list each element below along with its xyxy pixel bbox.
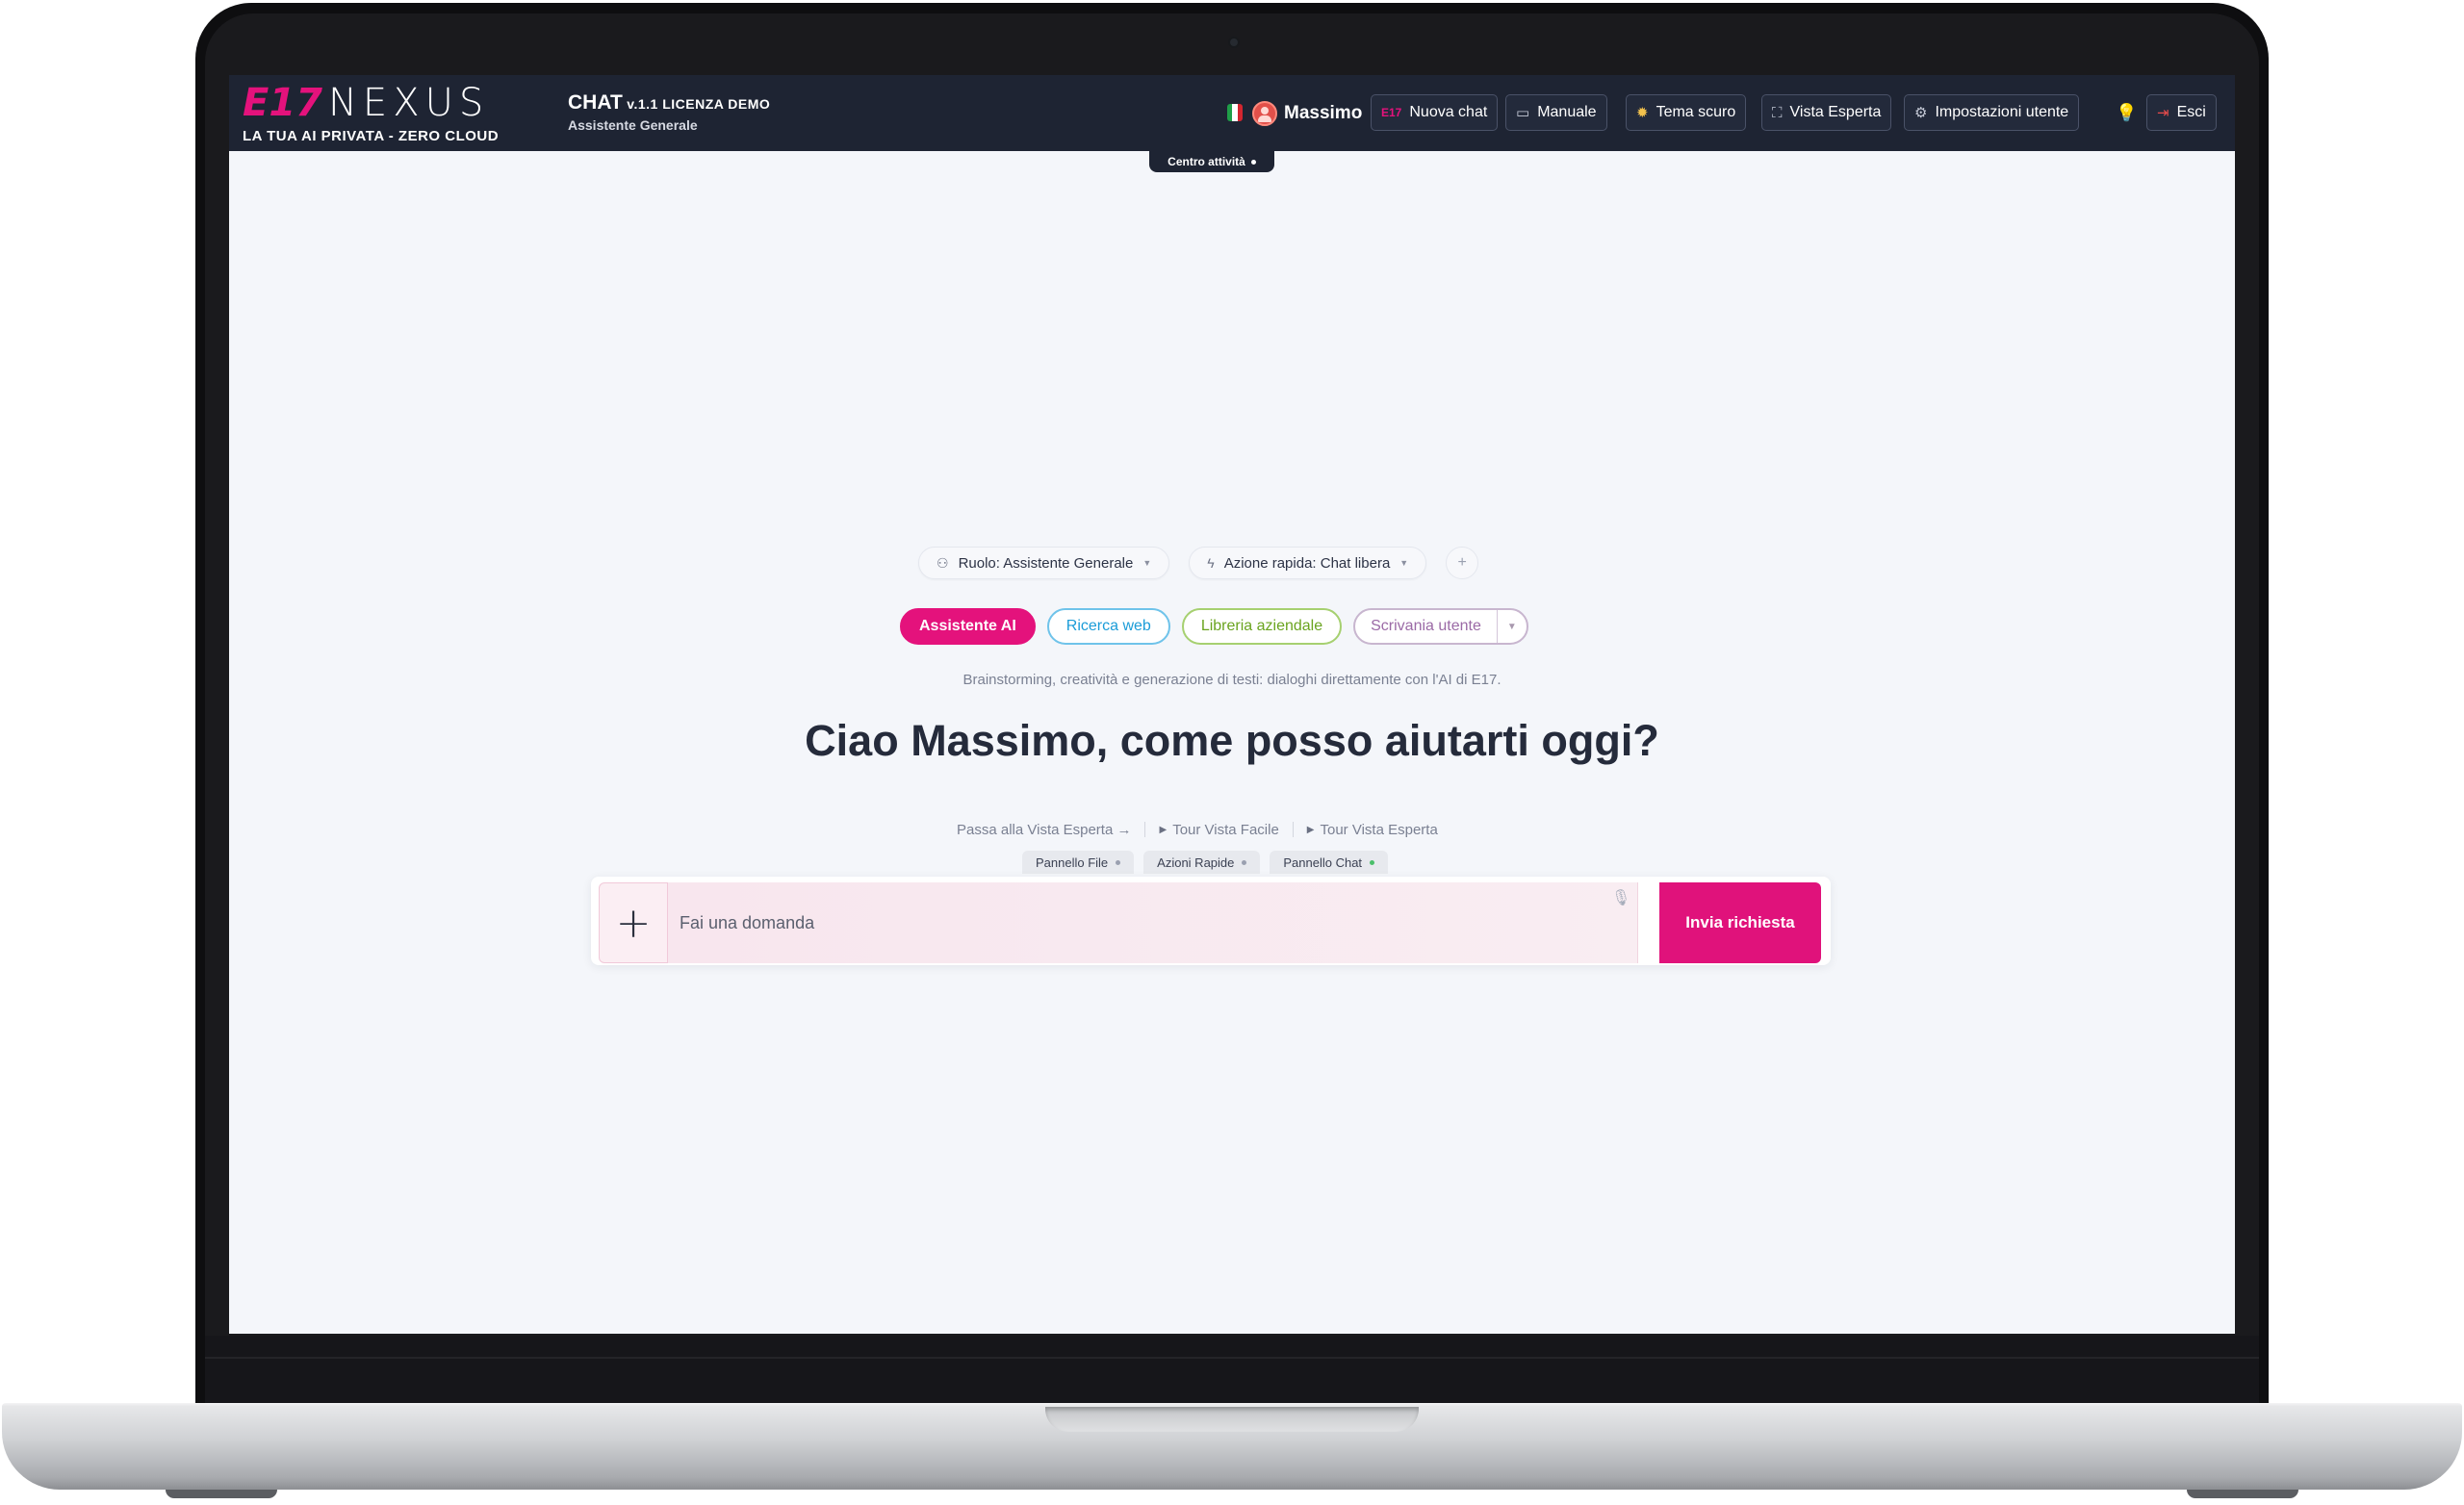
- chevron-down-icon: ▼: [1399, 558, 1409, 568]
- app-version: v.1.1 LICENZA DEMO: [627, 96, 771, 112]
- tour-expert-label: Tour Vista Esperta: [1320, 821, 1438, 838]
- manual-label: Manuale: [1537, 104, 1597, 120]
- play-icon: ▶: [1306, 824, 1315, 835]
- book-icon: ▭: [1516, 105, 1530, 121]
- dark-theme-label: Tema scuro: [1656, 104, 1736, 120]
- switch-expert-view-link[interactable]: Passa alla Vista Esperta →: [943, 822, 1144, 838]
- app-screen: E17 NEXUS LA TUA AI PRIVATA - ZERO CLOUD …: [229, 75, 2235, 1334]
- attach-plus-button[interactable]: +: [599, 882, 668, 963]
- tab-file-panel-label: Pannello File: [1036, 855, 1109, 870]
- logo-brand: E17: [243, 81, 322, 125]
- avatar[interactable]: [1252, 101, 1277, 126]
- greeting-heading: Ciao Massimo, come posso aiutarti oggi?: [805, 716, 1659, 765]
- e17-icon: E17: [1381, 106, 1402, 119]
- tour-easy-label: Tour Vista Facile: [1172, 821, 1279, 838]
- lightbulb-icon[interactable]: 💡: [2116, 103, 2137, 123]
- chat-composer: + 🎙 Invia richiesta: [591, 877, 1831, 965]
- mode-ai-assistant[interactable]: Assistente AI: [900, 608, 1036, 645]
- expert-view-button[interactable]: ⛶ Vista Esperta: [1761, 94, 1892, 131]
- send-request-button[interactable]: Invia richiesta: [1659, 882, 1821, 963]
- switch-expert-label: Passa alla Vista Esperta →: [957, 821, 1132, 838]
- status-dot-icon: [1116, 859, 1121, 865]
- mode-description: Brainstorming, creatività e generazione …: [962, 672, 1502, 688]
- chevron-down-icon: ▼: [1142, 558, 1152, 568]
- manual-button[interactable]: ▭ Manuale: [1505, 94, 1607, 131]
- panel-tabs: Pannello File Azioni Rapide Pannello Cha…: [1022, 851, 1389, 876]
- logout-label: Esci: [2176, 104, 2206, 120]
- italian-flag-icon[interactable]: [1227, 104, 1243, 121]
- app-subtitle: Assistente Generale: [568, 117, 698, 133]
- person-icon: ⚇: [937, 554, 949, 571]
- laptop-mockup: E17 NEXUS LA TUA AI PRIVATA - ZERO CLOUD …: [0, 0, 2464, 1505]
- expert-view-label: Vista Esperta: [1789, 104, 1882, 120]
- app-title: CHAT v.1.1 LICENZA DEMO: [568, 91, 770, 115]
- logout-icon: ⇥: [2157, 105, 2169, 121]
- activity-center-label: Centro attività: [1168, 155, 1245, 168]
- question-input[interactable]: [668, 882, 1638, 963]
- app-title-name: CHAT: [568, 91, 623, 114]
- nexus-logo[interactable]: E17 NEXUS LA TUA AI PRIVATA - ZERO CLOUD: [237, 81, 541, 148]
- logo-name: NEXUS: [328, 81, 490, 125]
- status-dot-icon: [1370, 859, 1375, 865]
- tab-quick-actions[interactable]: Azioni Rapide: [1143, 851, 1261, 874]
- logout-button[interactable]: ⇥ Esci: [2146, 94, 2217, 131]
- user-settings-label: Impostazioni utente: [1935, 104, 2069, 120]
- top-header: E17 NEXUS LA TUA AI PRIVATA - ZERO CLOUD …: [229, 75, 2235, 151]
- camera-icon: [1228, 37, 1240, 48]
- dark-theme-button[interactable]: ✹ Tema scuro: [1626, 94, 1747, 131]
- quick-action-selector[interactable]: ϟ Azione rapida: Chat libera ▼: [1189, 547, 1427, 579]
- user-name[interactable]: Massimo: [1284, 103, 1362, 124]
- laptop-chin-line: [205, 1357, 2259, 1359]
- new-chat-label: Nuova chat: [1409, 104, 1488, 120]
- laptop-notch: [1045, 1407, 1419, 1432]
- tab-chat-panel[interactable]: Pannello Chat: [1270, 851, 1389, 874]
- laptop-chin: [205, 1336, 2259, 1409]
- activity-center-tab[interactable]: Centro attività: [1149, 151, 1274, 172]
- tab-chat-panel-label: Pannello Chat: [1283, 855, 1363, 870]
- laptop-foot-left: [166, 1490, 277, 1498]
- microphone-icon[interactable]: 🎙: [1611, 888, 1630, 907]
- new-chat-button[interactable]: E17 Nuova chat: [1371, 94, 1499, 131]
- quick-action-label: Azione rapida: Chat libera: [1223, 554, 1391, 572]
- mode-user-desk[interactable]: Scrivania utente: [1355, 610, 1498, 643]
- context-chips: ⚇ Ruolo: Assistente Generale ▼ ϟ Azione …: [918, 546, 1479, 580]
- expand-icon: ⛶: [1772, 104, 1783, 121]
- mode-user-desk-group: Scrivania utente ▼: [1353, 608, 1528, 645]
- play-icon: ▶: [1159, 824, 1168, 835]
- chevron-down-icon[interactable]: ▼: [1498, 610, 1527, 643]
- sun-icon: ✹: [1636, 105, 1649, 121]
- mode-web-search[interactable]: Ricerca web: [1046, 608, 1170, 645]
- logo-tagline: LA TUA AI PRIVATA - ZERO CLOUD: [243, 128, 500, 144]
- tour-easy-view-link[interactable]: ▶ Tour Vista Facile: [1145, 822, 1292, 838]
- activity-dot-icon: [1250, 159, 1256, 165]
- tab-file-panel[interactable]: Pannello File: [1022, 851, 1135, 874]
- role-label: Ruolo: Assistente Generale: [958, 554, 1134, 572]
- role-selector[interactable]: ⚇ Ruolo: Assistente Generale ▼: [918, 547, 1170, 579]
- logo-wordmark: E17 NEXUS: [243, 81, 489, 125]
- mode-selector: Assistente AI Ricerca web Libreria azien…: [900, 607, 1528, 646]
- tour-expert-view-link[interactable]: ▶ Tour Vista Esperta: [1294, 822, 1451, 838]
- gear-icon: ⚙: [1914, 105, 1928, 121]
- mode-company-library[interactable]: Libreria aziendale: [1181, 608, 1343, 645]
- user-settings-button[interactable]: ⚙ Impostazioni utente: [1904, 94, 2080, 131]
- tab-quick-actions-label: Azioni Rapide: [1157, 855, 1235, 870]
- add-chip-button[interactable]: +: [1446, 547, 1479, 579]
- status-dot-icon: [1242, 859, 1247, 865]
- laptop-foot-right: [2187, 1490, 2298, 1498]
- lightning-icon: ϟ: [1207, 555, 1215, 571]
- view-links: Passa alla Vista Esperta → ▶ Tour Vista F…: [943, 818, 1451, 841]
